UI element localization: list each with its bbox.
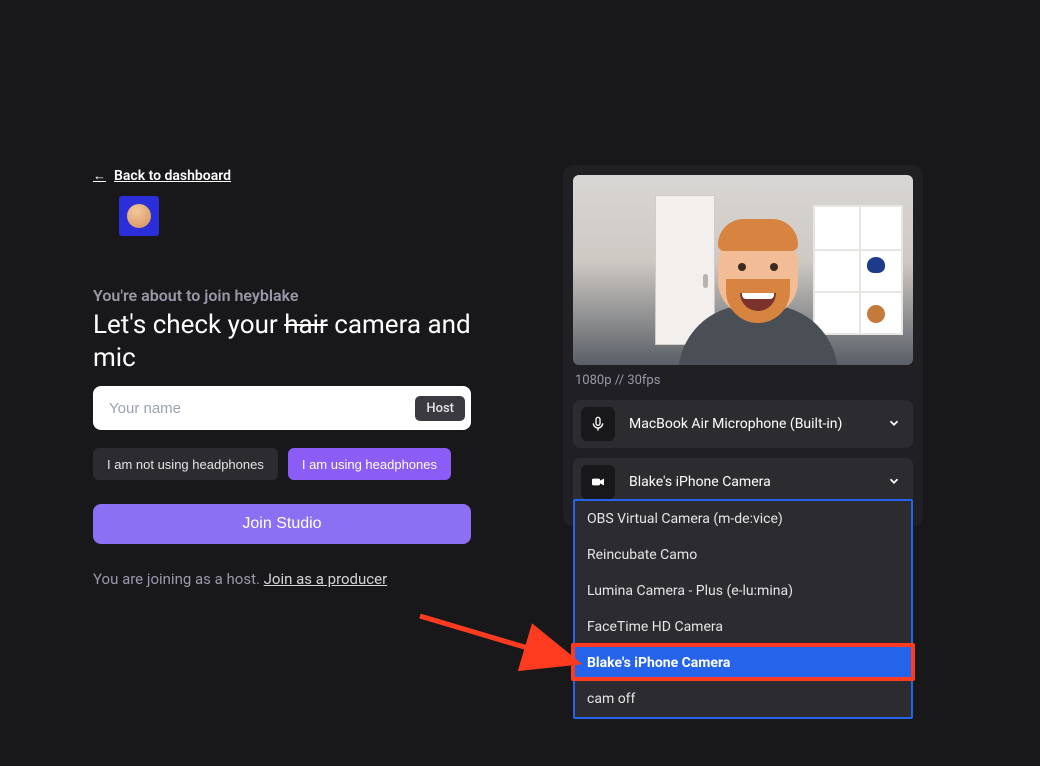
microphone-icon [581, 407, 615, 441]
role-line: You are joining as a host. Join as a pro… [93, 570, 387, 588]
camera-option[interactable]: OBS Virtual Camera (m-de:vice) [575, 501, 911, 537]
name-field-wrapper: Host [93, 386, 471, 430]
camera-option-selected[interactable]: Blake's iPhone Camera [575, 645, 911, 681]
camera-option[interactable]: FaceTime HD Camera [575, 609, 911, 645]
stream-meta: 1080p // 30fps [573, 365, 913, 400]
camera-option[interactable]: Reincubate Camo [575, 537, 911, 573]
join-studio-button[interactable]: Join Studio [93, 504, 471, 544]
name-input[interactable] [109, 400, 415, 417]
host-badge: Host [415, 396, 465, 421]
headphones-on-button[interactable]: I am using headphones [288, 448, 451, 480]
join-as-producer-link[interactable]: Join as a producer [264, 570, 388, 588]
camera-option[interactable]: cam off [575, 681, 911, 717]
back-to-dashboard-link[interactable]: ← Back to dashboard [93, 168, 231, 184]
microphone-select[interactable]: MacBook Air Microphone (Built-in) [573, 400, 913, 448]
camera-label: Blake's iPhone Camera [629, 474, 887, 490]
annotation-arrow-icon [410, 600, 590, 680]
page-title: Let's check your hair camera and mic [93, 309, 493, 374]
arrow-left-icon: ← [93, 168, 106, 184]
camera-preview [573, 175, 913, 365]
headphones-off-button[interactable]: I am not using headphones [93, 448, 278, 480]
camera-icon [581, 465, 615, 499]
chevron-down-icon [887, 473, 901, 492]
preview-panel: 1080p // 30fps MacBook Air Microphone (B… [563, 165, 923, 526]
chevron-down-icon [887, 415, 901, 434]
avatar [119, 196, 159, 236]
headline-pre: Let's check your [93, 310, 284, 340]
role-line-prefix: You are joining as a host. [93, 570, 264, 588]
camera-option[interactable]: Lumina Camera - Plus (e-lu:mina) [575, 573, 911, 609]
headline-strike: hair [284, 310, 328, 340]
join-subtitle: You're about to join heyblake [93, 286, 299, 305]
back-to-dashboard-label: Back to dashboard [114, 168, 231, 184]
microphone-label: MacBook Air Microphone (Built-in) [629, 416, 887, 432]
camera-options-dropdown: OBS Virtual Camera (m-de:vice) Reincubat… [573, 499, 913, 719]
